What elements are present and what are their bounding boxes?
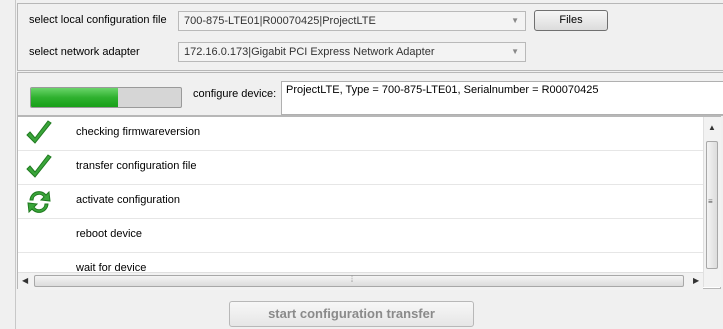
network-adapter-value: 172.16.0.173|Gigabit PCI Express Network…: [184, 46, 435, 58]
network-adapter-dropdown[interactable]: 172.16.0.173|Gigabit PCI Express Network…: [178, 42, 526, 62]
progress-bar: [30, 87, 182, 108]
horizontal-scrollbar[interactable]: ◀ ⦙ ▶: [18, 272, 703, 290]
progress-fill: [31, 88, 118, 107]
vertical-scrollbar[interactable]: ▲ ≡: [703, 117, 721, 287]
grip-icon: ⦙: [351, 274, 354, 284]
list-item: transfer configuration file: [18, 151, 705, 185]
config-file-dropdown[interactable]: 700-875-LTE01|R00070425|ProjectLTE ▼: [178, 11, 526, 31]
step-list[interactable]: checking firmwareversion transfer config…: [17, 116, 721, 289]
configure-device-label: configure device:: [193, 88, 277, 100]
refresh-icon: [24, 187, 54, 217]
scroll-right-icon[interactable]: ▶: [693, 276, 699, 285]
dropdown-arrow-icon: ▼: [511, 47, 519, 56]
scroll-left-icon[interactable]: ◀: [22, 276, 28, 285]
step-label: checking firmwareversion: [76, 126, 201, 138]
start-transfer-button[interactable]: start configuration transfer: [229, 301, 474, 327]
list-item: activate configuration: [18, 185, 705, 219]
step-label: transfer configuration file: [76, 160, 197, 172]
grip-icon: ≡: [708, 197, 713, 206]
device-info-field: ProjectLTE, Type = 700-875-LTE01, Serial…: [281, 81, 723, 115]
config-file-value: 700-875-LTE01|R00070425|ProjectLTE: [184, 15, 376, 27]
list-item: checking firmwareversion: [18, 117, 705, 151]
files-button[interactable]: Files: [534, 10, 608, 31]
list-item: reboot device: [18, 219, 705, 253]
checkmark-icon: [24, 153, 54, 183]
scroll-up-icon[interactable]: ▲: [708, 123, 716, 132]
checkmark-icon: [24, 119, 54, 149]
dropdown-arrow-icon: ▼: [511, 16, 519, 25]
adapter-select-label: select network adapter: [29, 46, 140, 58]
step-label: activate configuration: [76, 194, 180, 206]
step-label: reboot device: [76, 228, 143, 240]
file-select-label: select local configuration file: [29, 14, 167, 26]
horizontal-scroll-thumb[interactable]: [34, 275, 684, 287]
